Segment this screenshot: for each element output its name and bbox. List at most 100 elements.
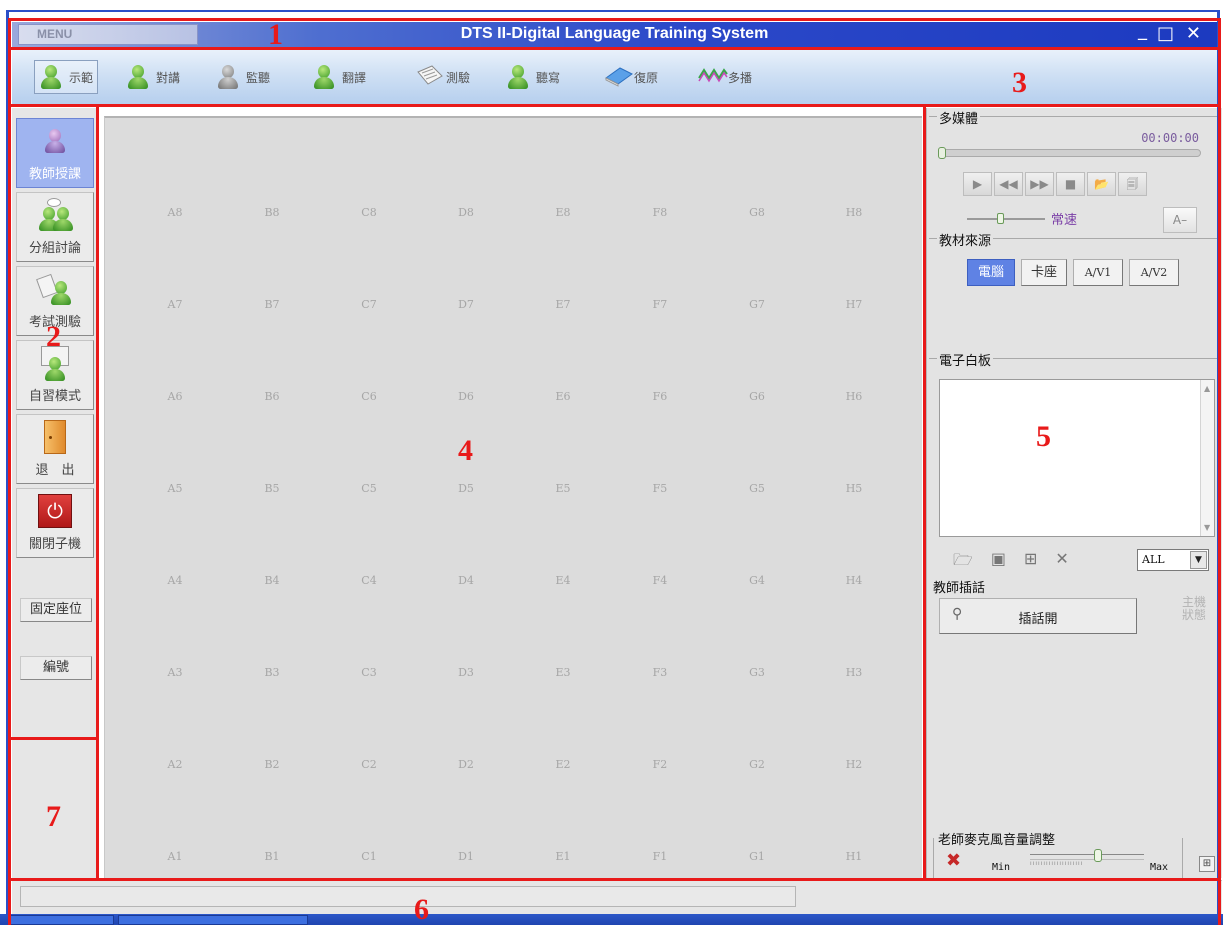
toolbar-test-button[interactable]: 測驗: [416, 60, 470, 94]
toolbar-demo-button[interactable]: 示範: [34, 60, 99, 94]
media-progress-bar[interactable]: [938, 147, 1201, 159]
seat-G1[interactable]: G1: [742, 850, 772, 863]
stop-button[interactable]: ■: [1056, 172, 1085, 196]
taskbar-item[interactable]: [118, 915, 308, 925]
expand-icon[interactable]: ⊞: [1199, 856, 1215, 872]
toolbar-translate-button[interactable]: 翻譯: [312, 60, 366, 94]
seat-C2[interactable]: C2: [354, 758, 384, 771]
playlist-button[interactable]: 🗐: [1118, 172, 1147, 196]
seat-H7[interactable]: H7: [839, 298, 869, 311]
seat-F3[interactable]: F3: [645, 666, 675, 679]
seat-D2[interactable]: D2: [451, 758, 481, 771]
scroll-up-icon[interactable]: ▲: [1204, 384, 1210, 393]
seat-E7[interactable]: E7: [548, 298, 578, 311]
source-av2-button[interactable]: A/V2: [1129, 259, 1179, 286]
interject-toggle-button[interactable]: ⚲ 插話開: [939, 598, 1137, 634]
toolbar-dictation-button[interactable]: 聽寫: [506, 60, 560, 94]
mic-volume-slider[interactable]: ıııııııııııııııııııı: [1030, 849, 1144, 867]
open-file-icon[interactable]: 🗁: [953, 549, 973, 576]
toolbar-intercom-button[interactable]: 對講: [126, 60, 180, 94]
media-progress-knob[interactable]: [938, 147, 946, 159]
rewind-button[interactable]: ◀◀: [994, 172, 1023, 196]
source-av1-button[interactable]: A/V1: [1073, 259, 1123, 286]
seat-G6[interactable]: G6: [742, 390, 772, 403]
seat-H5[interactable]: H5: [839, 482, 869, 495]
seat-B5[interactable]: B5: [257, 482, 287, 495]
toolbar-restore-button[interactable]: 復原: [604, 60, 658, 94]
mic-muted-icon[interactable]: ✖: [946, 850, 961, 871]
toolbar-multicast-button[interactable]: 多播: [698, 60, 752, 94]
seat-C8[interactable]: C8: [354, 206, 384, 219]
seat-C6[interactable]: C6: [354, 390, 384, 403]
seat-D1[interactable]: D1: [451, 850, 481, 863]
seat-C3[interactable]: C3: [354, 666, 384, 679]
seat-F7[interactable]: F7: [645, 298, 675, 311]
minimize-button[interactable]: _: [1138, 20, 1147, 41]
delete-icon[interactable]: ✕: [1055, 549, 1068, 576]
whiteboard-filter-select[interactable]: ALL ▼: [1137, 549, 1209, 571]
seat-D7[interactable]: D7: [451, 298, 481, 311]
seat-H3[interactable]: H3: [839, 666, 869, 679]
seat-D5[interactable]: D5: [451, 482, 481, 495]
seat-G5[interactable]: G5: [742, 482, 772, 495]
seat-F2[interactable]: F2: [645, 758, 675, 771]
chevron-down-icon[interactable]: ▼: [1190, 551, 1207, 569]
seat-A3[interactable]: A3: [160, 666, 190, 679]
seat-C1[interactable]: C1: [354, 850, 384, 863]
close-button[interactable]: ✕: [1186, 23, 1201, 44]
speed-slider[interactable]: [967, 212, 1045, 225]
whiteboard-textarea[interactable]: ▲ ▼: [939, 379, 1215, 537]
seat-A2[interactable]: A2: [160, 758, 190, 771]
seat-B1[interactable]: B1: [257, 850, 287, 863]
seat-H6[interactable]: H6: [839, 390, 869, 403]
seat-F1[interactable]: F1: [645, 850, 675, 863]
seat-H8[interactable]: H8: [839, 206, 869, 219]
mic-volume-knob[interactable]: [1094, 849, 1102, 862]
seat-H4[interactable]: H4: [839, 574, 869, 587]
taskbar-item[interactable]: [10, 915, 114, 925]
seat-C7[interactable]: C7: [354, 298, 384, 311]
seat-F5[interactable]: F5: [645, 482, 675, 495]
seat-B2[interactable]: B2: [257, 758, 287, 771]
seat-D3[interactable]: D3: [451, 666, 481, 679]
seat-B3[interactable]: B3: [257, 666, 287, 679]
open-file-button[interactable]: 📂: [1087, 172, 1116, 196]
seat-E6[interactable]: E6: [548, 390, 578, 403]
seat-G8[interactable]: G8: [742, 206, 772, 219]
seat-F4[interactable]: F4: [645, 574, 675, 587]
fixed-seat-button[interactable]: 固定座位: [20, 598, 92, 622]
fast-forward-button[interactable]: ▶▶: [1025, 172, 1054, 196]
seat-C4[interactable]: C4: [354, 574, 384, 587]
whiteboard-scrollbar[interactable]: ▲ ▼: [1200, 380, 1214, 536]
save-icon[interactable]: ▣: [991, 549, 1006, 576]
seat-E1[interactable]: E1: [548, 850, 578, 863]
seat-E8[interactable]: E8: [548, 206, 578, 219]
seat-D8[interactable]: D8: [451, 206, 481, 219]
seat-F8[interactable]: F8: [645, 206, 675, 219]
seat-B4[interactable]: B4: [257, 574, 287, 587]
source-computer-button[interactable]: 電腦: [967, 259, 1015, 286]
scroll-down-icon[interactable]: ▼: [1204, 523, 1210, 532]
insert-icon[interactable]: ⊞: [1024, 549, 1037, 576]
seat-D4[interactable]: D4: [451, 574, 481, 587]
seat-E2[interactable]: E2: [548, 758, 578, 771]
seat-G3[interactable]: G3: [742, 666, 772, 679]
seat-A1[interactable]: A1: [160, 850, 190, 863]
maximize-button[interactable]: □: [1157, 23, 1174, 44]
seat-A6[interactable]: A6: [160, 390, 190, 403]
seat-A8[interactable]: A8: [160, 206, 190, 219]
numbering-button[interactable]: 編號: [20, 656, 92, 680]
seat-H1[interactable]: H1: [839, 850, 869, 863]
source-cassette-button[interactable]: 卡座: [1021, 259, 1067, 286]
seat-A7[interactable]: A7: [160, 298, 190, 311]
mode-power-off-students[interactable]: ⏻ 關閉子機: [16, 488, 94, 558]
play-button[interactable]: ▶: [963, 172, 992, 196]
a-minus-button[interactable]: A–: [1163, 207, 1197, 233]
seat-E4[interactable]: E4: [548, 574, 578, 587]
seat-B8[interactable]: B8: [257, 206, 287, 219]
seat-G2[interactable]: G2: [742, 758, 772, 771]
seat-G7[interactable]: G7: [742, 298, 772, 311]
seat-B6[interactable]: B6: [257, 390, 287, 403]
seat-B7[interactable]: B7: [257, 298, 287, 311]
mode-group-discussion[interactable]: 分組討論: [16, 192, 94, 262]
